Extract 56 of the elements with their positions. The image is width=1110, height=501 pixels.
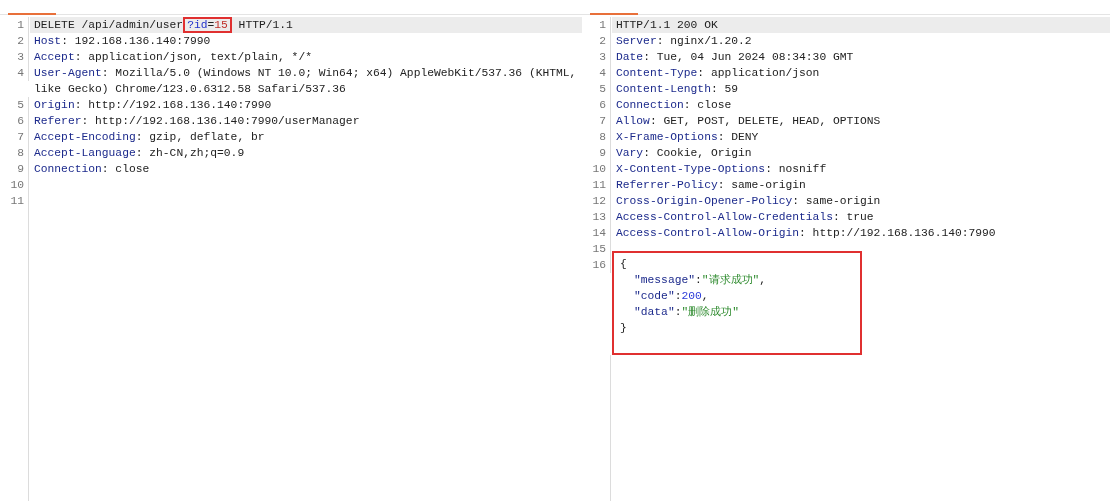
tab-indicator	[590, 13, 638, 15]
line-number: 1	[582, 17, 611, 33]
code-line: Content-Type: application/json	[616, 66, 821, 81]
code-line: Vary: Cookie, Origin	[616, 146, 753, 161]
line-number: 14	[582, 225, 611, 241]
code-line: X-Content-Type-Options: nosniff	[616, 162, 828, 177]
line-number: 5	[0, 97, 29, 113]
code-line: Access-Control-Allow-Credentials: true	[616, 210, 875, 225]
line-number: 2	[582, 33, 611, 49]
line-number: 16	[582, 257, 611, 273]
line-number: 9	[582, 145, 611, 161]
code-line: Origin: http://192.168.136.140:7990	[34, 98, 273, 113]
code-line: Host: 192.168.136.140:7990	[34, 34, 212, 49]
line-number: 4	[0, 65, 29, 81]
code-line: {	[620, 257, 628, 272]
line-number: 4	[582, 65, 611, 81]
line-number: 5	[582, 81, 611, 97]
line-number: 15	[582, 241, 611, 257]
line-number: 6	[582, 97, 611, 113]
code-line: Accept-Language: zh-CN,zh;q=0.9	[34, 146, 246, 161]
code-line: Referrer-Policy: same-origin	[616, 178, 807, 193]
code-line: Referer: http://192.168.136.140:7990/userManager	[34, 114, 361, 129]
line-number: 9	[0, 161, 29, 177]
line-number: 3	[0, 49, 29, 65]
line-number: 13	[582, 209, 611, 225]
line-number: 6	[0, 113, 29, 129]
line-number: 10	[582, 161, 611, 177]
line-number: 7	[582, 113, 611, 129]
line-number: 11	[582, 177, 611, 193]
tab-indicator	[8, 13, 56, 15]
code-line: Date: Tue, 04 Jun 2024 08:34:30 GMT	[616, 50, 855, 65]
line-number: 2	[0, 33, 29, 49]
code-line: Cross-Origin-Opener-Policy: same-origin	[616, 194, 882, 209]
code-line: Accept-Encoding: gzip, deflate, br	[34, 130, 266, 145]
line-number: 8	[582, 129, 611, 145]
line-number: 7	[0, 129, 29, 145]
highlight-box: ?id=15	[183, 17, 232, 33]
code-line: Access-Control-Allow-Origin: http://192.168.136.140:7990	[616, 226, 997, 241]
line-number: 8	[0, 145, 29, 161]
code-line: X-Frame-Options: DENY	[616, 130, 760, 145]
code-line: User-Agent: Mozilla/5.0 (Windows NT 10.0; Win64; x64) AppleWebKit/537.36 (KHTML, like Gecko) Chrome/123.0.6312.58 Safari/537.36	[34, 66, 578, 97]
line-number: 10	[0, 177, 29, 193]
code-line: Content-Length: 59	[616, 82, 740, 97]
code-line: Connection: close	[34, 162, 151, 177]
line-number: 1	[0, 17, 29, 33]
code-line: Accept: application/json, text/plain, */*	[34, 50, 313, 65]
code-line: "data":"删除成功"	[633, 305, 741, 320]
line-number: 12	[582, 193, 611, 209]
code-line: }	[620, 321, 628, 336]
code-line: Server: nginx/1.20.2	[616, 34, 753, 49]
line-number: 11	[0, 193, 29, 209]
line-number: 3	[582, 49, 611, 65]
code-line: Allow: GET, POST, DELETE, HEAD, OPTIONS	[616, 114, 882, 129]
code-line: Connection: close	[616, 98, 733, 113]
code-line: "message":"请求成功",	[633, 273, 768, 288]
code-line: "code":200,	[633, 289, 710, 304]
